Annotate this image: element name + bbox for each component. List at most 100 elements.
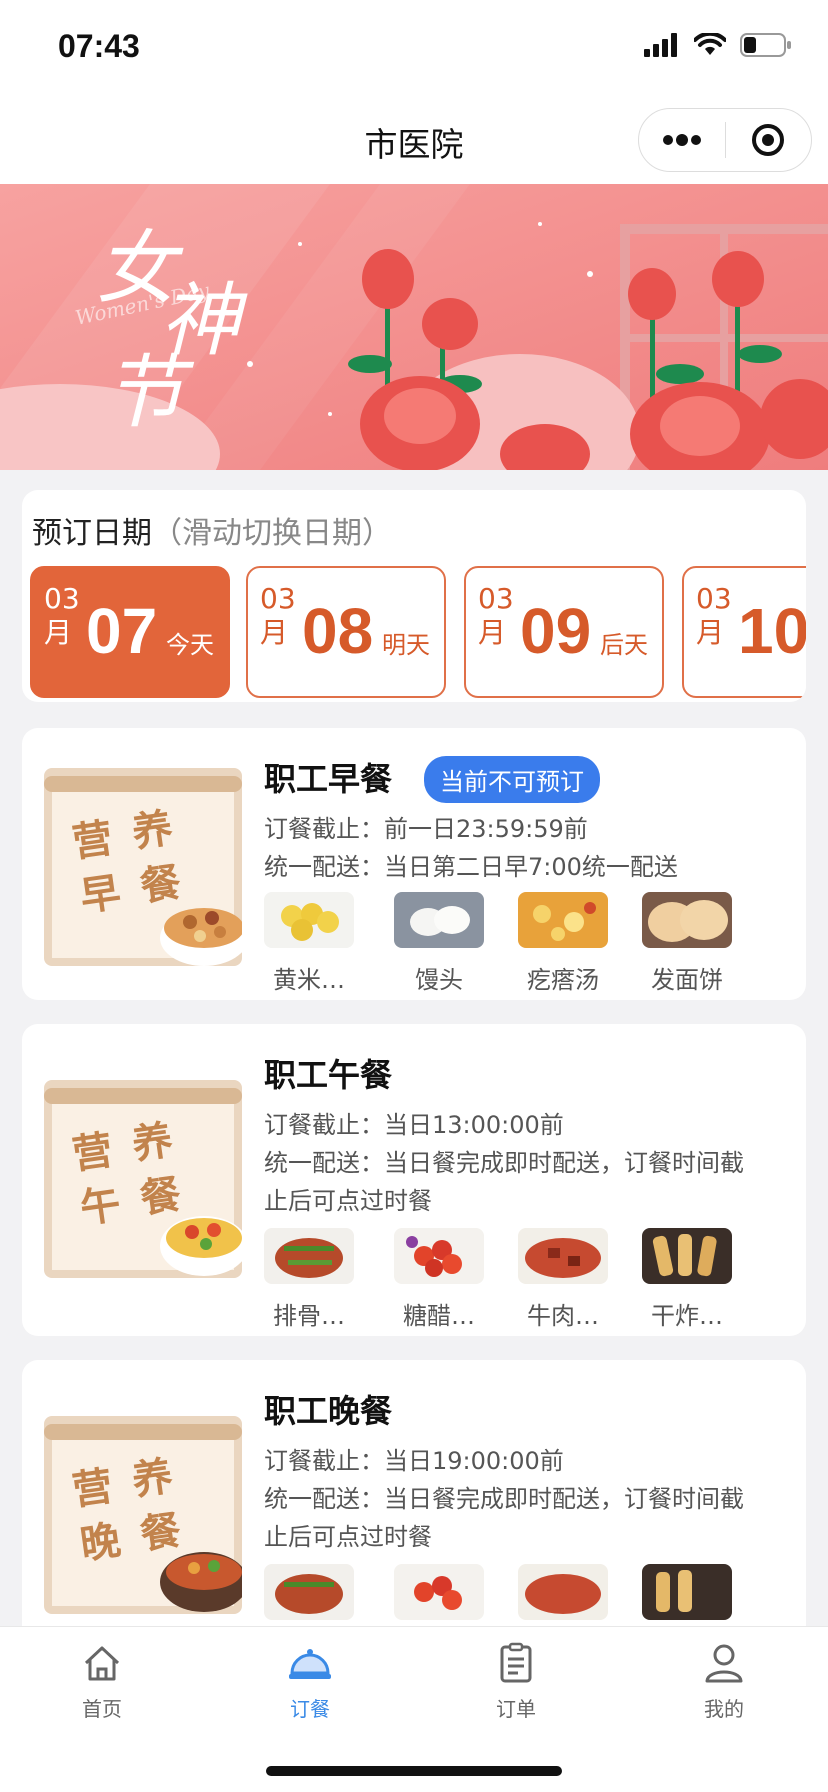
dish-item[interactable]: 糖醋… — [394, 1228, 494, 1331]
img-char: 餐 — [137, 859, 184, 911]
meal-delivery-cont: 止后可点过时餐 — [264, 1523, 432, 1551]
date-day: 08 — [302, 595, 374, 667]
meal-deadline: 订餐截止：前一日23:59:59前 — [264, 815, 588, 843]
booking-date-title: 预订日期（滑动切换日期） — [32, 508, 392, 552]
dish-item[interactable]: 黄米… — [264, 892, 364, 995]
person-icon — [705, 1644, 743, 1683]
dish-name: 黄米… — [273, 966, 345, 994]
img-char: 午 — [77, 1181, 124, 1233]
dish-item[interactable]: 牛肉… — [518, 1228, 618, 1331]
food-cloche-icon — [289, 1649, 331, 1679]
img-char: 早 — [77, 869, 124, 921]
dish-image — [394, 1564, 484, 1620]
img-char: 营 — [69, 1127, 116, 1179]
dish-image — [394, 1228, 484, 1284]
img-char: 营 — [69, 815, 116, 867]
dish-item[interactable]: 排骨… — [264, 1228, 364, 1331]
date-month-suffix: 月 — [260, 616, 289, 649]
meal-name: 职工晚餐 — [264, 1392, 393, 1430]
dish-item[interactable]: 疙瘩汤 — [518, 892, 618, 995]
dish-item[interactable] — [518, 1564, 618, 1620]
dish-image — [264, 1564, 354, 1620]
dish-image — [518, 1228, 608, 1284]
date-month: 03 — [260, 582, 296, 615]
dish-image — [642, 892, 732, 948]
status-badge: 当前不可预订 — [424, 756, 600, 803]
dish-image — [518, 1564, 608, 1620]
date-relative-label: 明天 — [382, 631, 430, 659]
dish-item[interactable] — [264, 1564, 364, 1620]
dish-item[interactable] — [642, 1564, 742, 1620]
booking-date-card: 预订日期（滑动切换日期） 03 月 07 今天 03 月 08 明天 03 月 … — [22, 490, 806, 702]
img-char: 晚 — [77, 1517, 124, 1569]
status-time: 07:43 — [58, 28, 140, 64]
meal-delivery: 统一配送：当日餐完成即时配送，订餐时间截 — [264, 1149, 744, 1177]
status-icons — [644, 32, 792, 58]
dish-image — [264, 892, 354, 948]
meal-name: 职工早餐 — [264, 760, 393, 798]
meal-card-lunch[interactable]: 营 养 午 餐 职工午餐 订餐截止：当日13:00:00前 统一配送：当日餐完成… — [22, 1024, 806, 1336]
tab-label: 订单 — [496, 1697, 536, 1721]
womens-day-banner[interactable]: 女 神 节 Women's Day — [0, 184, 828, 470]
mini-program-capsule — [638, 108, 812, 172]
tab-home[interactable]: 首页 — [42, 1641, 162, 1722]
date-month: 03 — [44, 582, 80, 615]
meal-card-dinner[interactable]: 营 养 晚 餐 职工晚餐 订餐截止：当日19:00:00前 统一配送：当日餐完成… — [22, 1360, 806, 1660]
dish-name: 糖醋… — [403, 1302, 475, 1330]
img-char: 餐 — [137, 1171, 184, 1223]
img-char: 养 — [129, 1117, 176, 1169]
date-month: 03 — [696, 582, 732, 615]
meal-delivery: 统一配送：当日餐完成即时配送，订餐时间截 — [264, 1485, 744, 1513]
home-icon — [84, 1646, 120, 1681]
home-indicator[interactable] — [266, 1766, 562, 1776]
date-option-0310[interactable]: 03 月 10 — [682, 566, 806, 698]
order-list-icon — [500, 1642, 532, 1683]
date-day: 10 — [738, 595, 806, 667]
img-char: 养 — [129, 805, 176, 857]
close-mini-program-button[interactable] — [726, 109, 812, 171]
meal-name: 职工午餐 — [264, 1056, 393, 1094]
tab-profile[interactable]: 我的 — [664, 1641, 784, 1722]
dish-name: 发面饼 — [651, 966, 723, 994]
date-option-0307[interactable]: 03 月 07 今天 — [30, 566, 230, 698]
date-month-suffix: 月 — [44, 616, 73, 649]
meal-deadline: 订餐截止：当日13:00:00前 — [264, 1111, 564, 1139]
date-option-0308[interactable]: 03 月 08 明天 — [246, 566, 446, 698]
wifi-icon — [694, 33, 726, 55]
dish-item[interactable] — [394, 1564, 494, 1620]
meal-card-breakfast[interactable]: 营 养 早 餐 职工早餐 当前不可预订 订餐截止：前一日23:59:59前 统一… — [22, 728, 806, 1000]
dish-item[interactable]: 馒头 — [394, 892, 494, 995]
dish-name: 疙瘩汤 — [527, 966, 599, 994]
dish-image — [394, 892, 484, 948]
banner-title-char-3: 节 — [104, 346, 184, 439]
lunch-image: 营 养 午 餐 — [44, 1080, 242, 1278]
battery-icon — [740, 33, 791, 57]
tab-orders[interactable]: 订单 — [456, 1641, 576, 1722]
tab-label: 首页 — [82, 1697, 122, 1721]
dish-item[interactable]: 发面饼 — [642, 892, 742, 995]
tab-order-meal[interactable]: 订餐 — [250, 1641, 370, 1722]
more-button[interactable] — [639, 109, 725, 171]
dish-name: 馒头 — [415, 966, 463, 994]
img-char: 餐 — [137, 1507, 184, 1559]
more-dots-icon — [662, 134, 701, 146]
dish-image — [642, 1564, 732, 1620]
tab-label: 我的 — [704, 1697, 744, 1721]
dish-image — [264, 1228, 354, 1284]
target-icon — [752, 124, 785, 156]
dish-image — [642, 1228, 732, 1284]
status-bar: 07:43 — [0, 0, 828, 96]
dish-name: 牛肉… — [527, 1302, 599, 1330]
dish-item[interactable]: 干炸… — [642, 1228, 742, 1331]
img-char: 养 — [129, 1453, 176, 1505]
img-char: 营 — [69, 1463, 116, 1515]
signal-icon — [644, 33, 677, 57]
dish-image — [518, 892, 608, 948]
date-scroller[interactable]: 03 月 07 今天 03 月 08 明天 03 月 09 后天 03 月 10 — [30, 566, 806, 698]
dish-name: 干炸… — [651, 1302, 723, 1330]
booking-date-hint: （滑动切换日期） — [152, 516, 392, 551]
date-month: 03 — [478, 582, 514, 615]
date-month-suffix: 月 — [478, 616, 507, 649]
booking-date-label: 预订日期 — [32, 516, 152, 551]
date-option-0309[interactable]: 03 月 09 后天 — [464, 566, 664, 698]
